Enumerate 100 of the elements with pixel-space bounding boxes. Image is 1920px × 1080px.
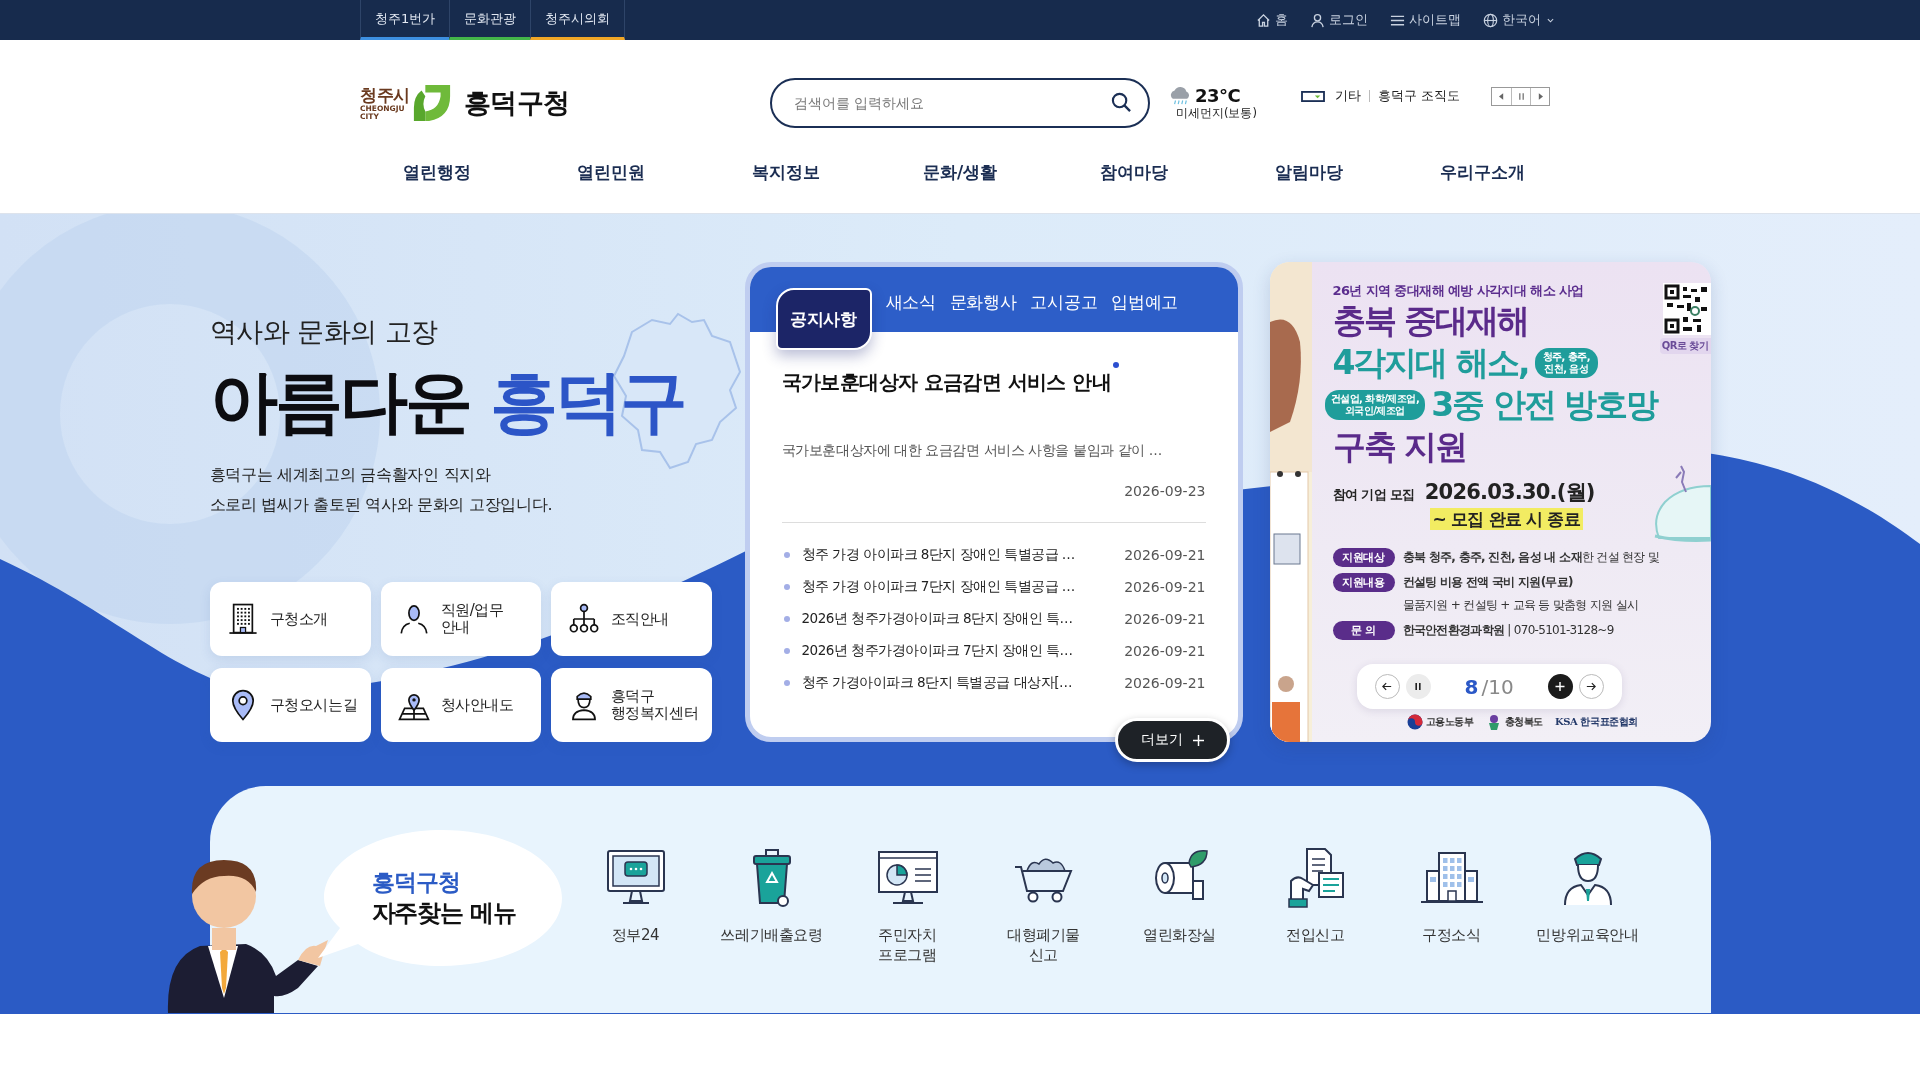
org-chart-link[interactable]: 흥덕구 조직도 xyxy=(1378,87,1461,105)
bubble-title: 흥덕구청 xyxy=(371,868,461,897)
menu-shortcut-link[interactable]: 쓰레기배출요령 xyxy=(703,786,840,965)
notice-date: 2026-09-21 xyxy=(1124,642,1206,661)
notice-link[interactable]: 청주 가경 아이파크 7단지 장애인 특별공급 … xyxy=(801,578,1125,596)
notice-link[interactable]: 2026년 청주가경아이파크 7단지 장애인 특… xyxy=(801,642,1125,660)
temperature: 23°C xyxy=(1195,85,1241,106)
notice-date: 2026-09-21 xyxy=(1124,610,1206,629)
bullet-icon xyxy=(783,552,790,558)
hero-title: 아름다운 흥덕구 xyxy=(209,364,686,440)
menu-shortcut-link[interactable]: 주민자치 프로그램 xyxy=(839,786,976,965)
notice-date: 2026-09-21 xyxy=(1124,674,1206,693)
info-label-tag: 문 의 xyxy=(1332,621,1395,640)
sponsor-name: KSA 한국표준협회 xyxy=(1554,715,1639,729)
notice-link[interactable]: 청주 가경 아이파크 8단지 장애인 특별공급 … xyxy=(801,546,1125,564)
notice-tab[interactable]: 입법예고 xyxy=(1111,287,1179,317)
hero-kicker: 역사와 문화의 고장 xyxy=(209,316,438,348)
next-button[interactable] xyxy=(1578,674,1604,699)
nav-menu-item[interactable]: 참여마당 xyxy=(1047,161,1222,183)
bullet-icon xyxy=(783,616,790,622)
quick-link-button[interactable]: 조직안내 xyxy=(550,582,712,656)
menu-shortcut-link[interactable]: 전입신고 xyxy=(1247,786,1384,965)
dropdown-icon[interactable] xyxy=(1301,90,1325,102)
caret-icon xyxy=(1547,17,1554,23)
menu-shortcut-link[interactable]: 민방위교육안내 xyxy=(1519,786,1656,965)
nav-menu-item[interactable]: 우리구소개 xyxy=(1395,161,1570,183)
nav-menu-item[interactable]: 열린행정 xyxy=(350,161,525,183)
notice-link[interactable]: 청주 가경아이파크 8단지 특별공급 대상자[… xyxy=(801,674,1125,692)
air-quality: 미세먼지(보통) xyxy=(1176,106,1257,121)
menu-shortcut-link[interactable]: 대형폐기물 신고 xyxy=(975,786,1112,965)
bullet-icon xyxy=(783,648,790,654)
search-icon[interactable] xyxy=(1111,92,1132,113)
arrow-right-icon xyxy=(1586,682,1596,691)
poster-subtitle: 26년 지역 중대재해 예방 사각지대 해소 사업 xyxy=(1332,282,1584,300)
info-label-tag: 지원내용 xyxy=(1332,573,1395,592)
quick-link-button[interactable]: 흥덕구 행정복지센터 xyxy=(550,668,712,742)
notice-tab[interactable]: 고시공고 xyxy=(1030,287,1098,317)
notice-tab[interactable]: 공지사항 xyxy=(775,288,872,350)
leaf-emblem-icon xyxy=(411,82,452,124)
home-link[interactable]: 홈 xyxy=(1256,11,1288,29)
quick-link-button[interactable]: 청사안내도 xyxy=(380,668,541,742)
industry-tag: 건설업, 화학/제조업, 외국인/제조업 xyxy=(1324,390,1426,420)
menu-shortcut-link[interactable]: 구정소식 xyxy=(1383,786,1520,965)
quick-link-button[interactable]: 직원/업무 안내 xyxy=(380,582,541,656)
add-button[interactable] xyxy=(1547,674,1573,699)
recruit-date: 2026.03.30.(월) xyxy=(1424,479,1595,506)
home-icon xyxy=(1256,12,1271,28)
site-tab[interactable]: 청주1번가 xyxy=(360,0,450,40)
notice-link[interactable]: 2026년 청주가경아이파크 8단지 장애인 특… xyxy=(801,610,1125,628)
more-button[interactable]: 더보기 xyxy=(1114,718,1230,762)
quick-link-button[interactable]: 구청오시는길 xyxy=(209,668,371,742)
qr-code-icon xyxy=(1662,283,1711,335)
info-label-tag: 지원대상 xyxy=(1332,548,1395,567)
featured-notice-link[interactable]: 국가보훈대상자 요금감면 서비스 안내 xyxy=(781,368,1111,396)
triangle-left-icon xyxy=(1499,92,1504,100)
nav-menu-item[interactable]: 문화/생활 xyxy=(872,161,1048,183)
quick-link-button[interactable]: 구청소개 xyxy=(209,582,371,656)
pause-button[interactable] xyxy=(1405,674,1431,699)
login-link[interactable]: 로그인 xyxy=(1310,11,1368,29)
globe-icon xyxy=(1483,12,1498,28)
recruit-label: 참여 기업 모집 xyxy=(1332,486,1415,504)
sponsor-name: 충청북도 xyxy=(1504,715,1543,729)
logo-city-name: 청주시 xyxy=(360,85,410,105)
user-icon xyxy=(1310,12,1325,28)
plus-icon xyxy=(1192,734,1204,746)
poster-headline: 4각지대 해소, xyxy=(1332,342,1529,384)
poster-headline: 충북 중대재해 xyxy=(1332,300,1528,342)
info-text: 컨설팅 비용 전액 국비 지원(무료) xyxy=(1402,574,1574,591)
poster-headline: 3중 안전 방호망 xyxy=(1431,384,1658,426)
menu-shortcut-link[interactable]: 열린화장실 xyxy=(1111,786,1248,965)
menu-shortcut-link[interactable]: 정부24 xyxy=(567,786,704,965)
qr-caption: QR로 찾기 xyxy=(1659,338,1711,354)
notice-tab[interactable]: 새소식 xyxy=(885,287,936,317)
triangle-right-icon xyxy=(1537,92,1543,100)
bubble-subtitle: 자주찾는 메뉴 xyxy=(371,898,517,929)
nav-menu-item[interactable]: 열린민원 xyxy=(524,161,699,183)
logo-office-name: 흥덕구청 xyxy=(463,86,570,120)
bullet-icon xyxy=(783,680,790,686)
slide-counter: 8/10 xyxy=(1464,674,1514,699)
sponsor-name: 고용노동부 xyxy=(1425,715,1474,729)
info-text: 한국안전환경과학원 | 070-5101-3128~9 xyxy=(1402,622,1614,639)
sitemap-link[interactable]: 사이트맵 xyxy=(1390,11,1461,29)
shortcut-category: 기타 xyxy=(1335,87,1361,105)
region-tag: 청주, 충주, 진천, 음성 xyxy=(1534,348,1599,378)
info-text: 물품지원 + 컨설팅 + 교육 등 맞춤형 지원 실시 xyxy=(1402,597,1639,614)
search-field[interactable]: 검색어를 입력하세요 xyxy=(770,78,1150,128)
site-tab[interactable]: 청주시의회 xyxy=(530,0,626,40)
site-tab[interactable]: 문화관광 xyxy=(449,0,531,40)
bullet-icon xyxy=(783,584,790,590)
notice-tab[interactable]: 문화행사 xyxy=(949,287,1017,317)
nav-menu-item[interactable]: 알림마당 xyxy=(1221,161,1396,183)
pause-icon xyxy=(1413,682,1423,691)
language-link[interactable]: 한국어 xyxy=(1483,11,1554,29)
rain-cloud-icon xyxy=(1168,86,1192,105)
circle-emblem-icon xyxy=(1406,714,1423,730)
notice-date: 2026-09-23 xyxy=(1124,482,1206,501)
info-text: 충북 청주, 충주, 진천, 음성 내 소재한 건설 현장 및 xyxy=(1402,549,1659,566)
nav-menu-item[interactable]: 복지정보 xyxy=(698,161,873,183)
previous-button[interactable] xyxy=(1374,674,1400,699)
hero-description: 흥덕구는 세계최고의 금속활자인 직지와 소로리 볍씨가 출토된 역사와 문화의 고장입니다. xyxy=(209,464,553,516)
